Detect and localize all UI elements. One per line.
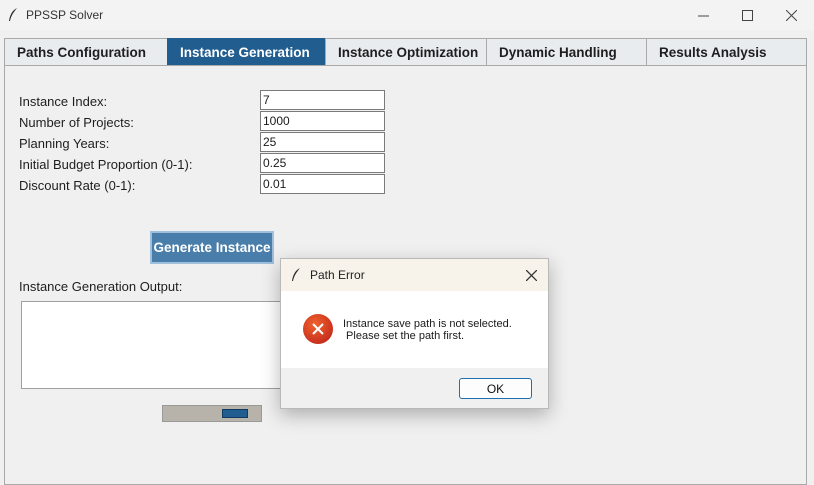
window-titlebar: PPSSP Solver <box>0 0 814 30</box>
tab-results-analysis[interactable]: Results Analysis <box>646 38 807 65</box>
dialog-close-button[interactable] <box>522 266 540 284</box>
close-icon <box>525 269 537 281</box>
close-button[interactable] <box>768 0 814 30</box>
tab-paths-configuration[interactable]: Paths Configuration <box>4 38 168 65</box>
maximize-button[interactable] <box>724 0 770 30</box>
tab-instance-optimization[interactable]: Instance Optimization <box>325 38 487 65</box>
feather-icon <box>9 8 17 21</box>
window-title: PPSSP Solver <box>26 8 104 22</box>
budget-proportion-label: Initial Budget Proportion (0-1): <box>19 157 193 172</box>
maximize-icon <box>741 9 753 21</box>
planning-years-input[interactable]: 25 <box>260 132 385 152</box>
instance-index-input[interactable]: 7 <box>260 90 385 110</box>
dialog-title: Path Error <box>310 268 365 282</box>
minimize-icon <box>697 15 709 16</box>
path-error-dialog: Path Error Instance save path is not sel… <box>280 258 549 409</box>
ok-button[interactable]: OK <box>459 378 532 399</box>
feather-icon <box>292 268 300 281</box>
tab-instance-generation[interactable]: Instance Generation <box>167 38 326 65</box>
close-icon <box>785 9 797 21</box>
discount-rate-input[interactable]: 0.01 <box>260 174 385 194</box>
tab-dynamic-handling[interactable]: Dynamic Handling <box>486 38 647 65</box>
dialog-message: Instance save path is not selected. Plea… <box>343 318 512 342</box>
budget-proportion-input[interactable]: 0.25 <box>260 153 385 173</box>
dialog-body: Instance save path is not selected. Plea… <box>281 291 548 368</box>
progress-indicator <box>222 409 248 418</box>
error-icon <box>303 314 333 344</box>
progress-bar <box>162 405 262 422</box>
output-textbox[interactable] <box>21 301 291 389</box>
dialog-titlebar: Path Error <box>281 259 548 291</box>
instance-index-label: Instance Index: <box>19 94 108 109</box>
generate-instance-button[interactable]: Generate Instance <box>150 231 274 264</box>
minimize-button[interactable] <box>680 0 726 30</box>
discount-rate-label: Discount Rate (0-1): <box>19 178 136 193</box>
num-projects-label: Number of Projects: <box>19 115 134 130</box>
dialog-footer: OK <box>281 368 548 408</box>
tab-bar: Paths Configuration Instance Generation … <box>4 38 807 66</box>
output-label: Instance Generation Output: <box>19 279 183 294</box>
num-projects-input[interactable]: 1000 <box>260 111 385 131</box>
planning-years-label: Planning Years: <box>19 136 110 151</box>
